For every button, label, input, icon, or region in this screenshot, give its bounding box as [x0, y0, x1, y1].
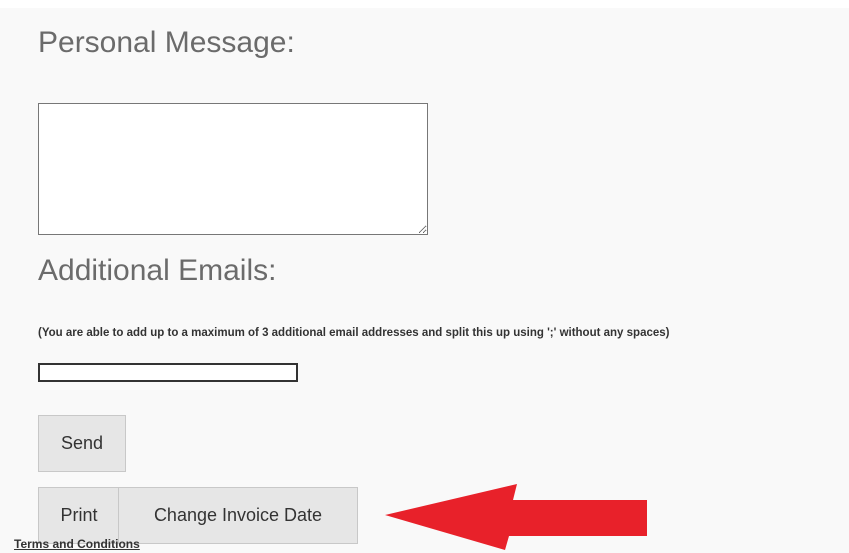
additional-emails-heading: Additional Emails:	[38, 254, 277, 287]
personal-message-heading: Personal Message:	[38, 26, 295, 59]
personal-message-textarea[interactable]	[38, 103, 428, 235]
send-button[interactable]: Send	[38, 415, 126, 472]
additional-emails-hint: (You are able to add up to a maximum of …	[38, 327, 670, 339]
additional-emails-input[interactable]	[38, 363, 298, 382]
terms-and-conditions-link[interactable]: Terms and Conditions	[14, 537, 140, 551]
arrow-shape	[385, 484, 647, 550]
red-arrow-left-icon	[385, 484, 647, 550]
change-invoice-date-button[interactable]: Change Invoice Date	[118, 487, 358, 544]
form-panel: Personal Message: Additional Emails: (Yo…	[0, 8, 849, 553]
print-button[interactable]: Print	[38, 487, 120, 544]
